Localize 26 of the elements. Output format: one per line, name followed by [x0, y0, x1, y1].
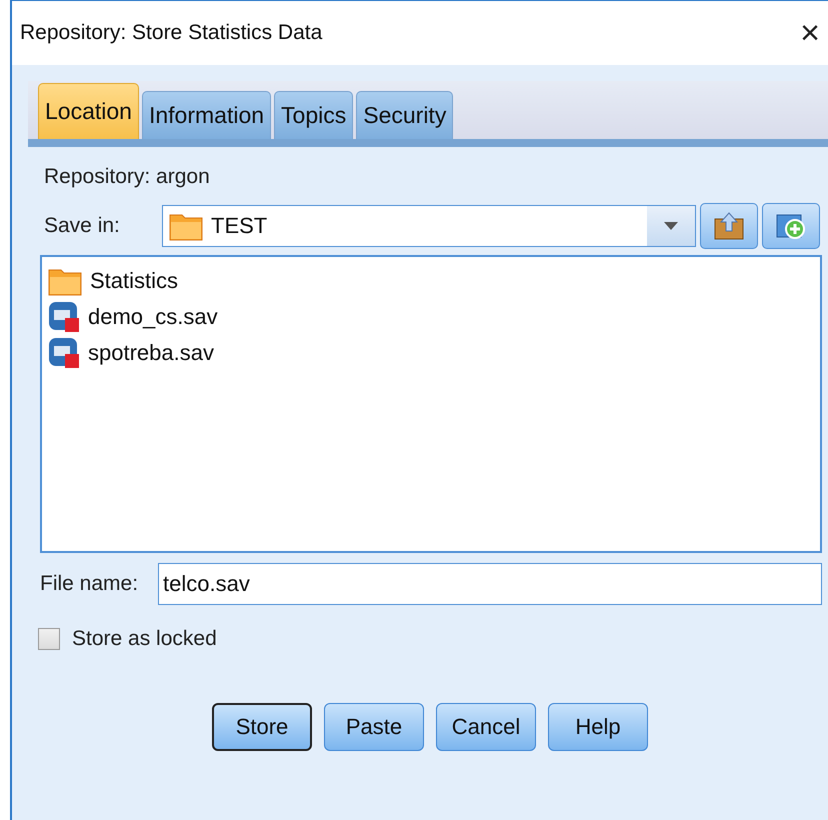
file-list-item[interactable]: spotreba.sav: [48, 335, 214, 371]
file-name-field[interactable]: telco.sav: [158, 563, 822, 605]
save-in-dropdown[interactable]: TEST: [162, 205, 696, 247]
box-up-arrow-icon: [713, 211, 745, 241]
file-list-item[interactable]: Statistics: [48, 263, 178, 299]
dialog-button[interactable]: Store: [212, 703, 312, 751]
file-name-label: File name:: [40, 572, 140, 596]
data-file-icon: [48, 301, 80, 333]
tab[interactable]: Security: [356, 91, 454, 139]
close-button[interactable]: ×: [800, 16, 820, 50]
dialog-button[interactable]: Cancel: [436, 703, 536, 751]
save-in-label: Save in:: [44, 214, 121, 238]
repository-label: Repository: argon: [44, 165, 210, 189]
tab[interactable]: Information: [142, 91, 272, 139]
dialog-button[interactable]: Help: [548, 703, 648, 751]
checkbox-label: Store as locked: [72, 627, 217, 651]
window-title: Repository: Store Statistics Data: [20, 21, 322, 45]
new-folder-button[interactable]: [762, 203, 820, 249]
dialog-button[interactable]: Paste: [324, 703, 424, 751]
tab[interactable]: Location: [38, 83, 139, 139]
tab[interactable]: Topics: [274, 91, 354, 139]
file-list-item[interactable]: demo_cs.sav: [48, 299, 218, 335]
caret-icon: [664, 222, 678, 230]
checkbox[interactable]: [38, 628, 60, 650]
up-folder-button[interactable]: [700, 203, 758, 249]
data-file-icon: [48, 337, 80, 369]
